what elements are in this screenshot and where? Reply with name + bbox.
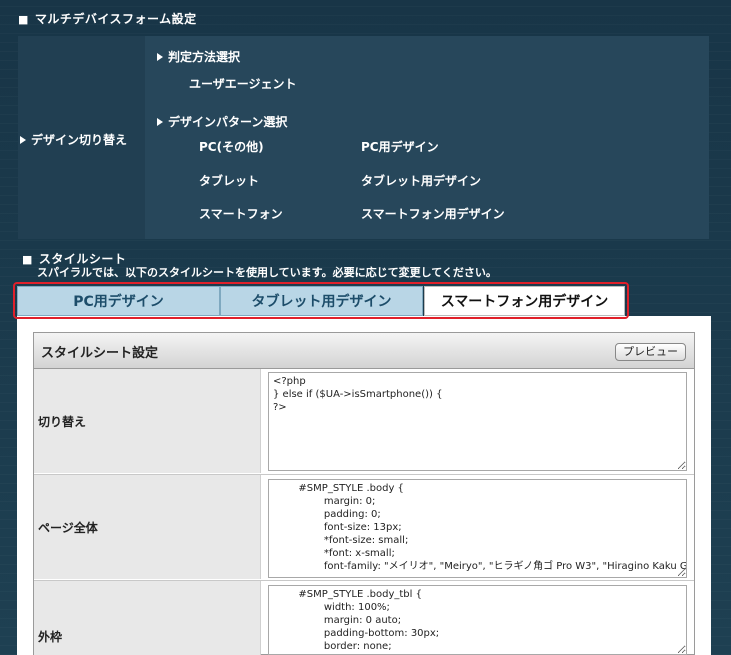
row-label-cell: 切り替え xyxy=(34,369,261,473)
row-label-outer-frame: 外枠 xyxy=(38,630,63,644)
triangle-right-icon xyxy=(20,136,26,144)
preview-button[interactable]: プレビュー xyxy=(615,343,686,361)
settings-title: スタイルシート設定 xyxy=(41,346,159,361)
row-label-page-body: ページ全体 xyxy=(38,521,98,535)
row-label-switch: 切り替え xyxy=(38,415,87,429)
stylesheet-description: スパイラルでは、以下のスタイルシートを使用しています。必要に応じて変更してくださ… xyxy=(37,266,497,279)
detection-method-heading: 判定方法選択 xyxy=(157,48,240,65)
pattern-design-tablet: タブレット用デザイン xyxy=(361,174,482,188)
code-textarea-switch[interactable]: <?php } else if ($UA->isSmartphone()) { … xyxy=(268,372,687,471)
triangle-right-icon xyxy=(157,53,163,61)
row-label-cell: ページ全体 xyxy=(34,475,261,579)
square-bullet-icon: ■ xyxy=(22,253,33,266)
design-switch-label: デザイン切り替え xyxy=(20,131,127,148)
tabs-highlight-outline xyxy=(13,282,629,319)
detection-method-value: ユーザエージェント xyxy=(189,77,297,91)
pattern-design-smartphone: スマートフォン用デザイン xyxy=(361,207,505,221)
square-bullet-icon: ■ xyxy=(18,13,29,26)
pattern-device-tablet: タブレット xyxy=(199,174,260,188)
pattern-device-smartphone: スマートフォン xyxy=(199,207,283,221)
design-pattern-heading: デザインパターン選択 xyxy=(157,113,287,130)
code-textarea-page-body[interactable]: #SMP_STYLE .body { margin: 0; padding: 0… xyxy=(268,479,687,578)
pattern-design-pc: PC用デザイン xyxy=(361,140,439,154)
pattern-device-pc: PC(その他) xyxy=(199,140,264,154)
code-textarea-outer-frame[interactable]: #SMP_STYLE .body_tbl { width: 100%; marg… xyxy=(268,585,687,655)
row-label-cell: 外枠 xyxy=(34,581,261,655)
triangle-right-icon xyxy=(157,118,163,126)
multidevice-section-title: ■ マルチデバイスフォーム設定 xyxy=(18,12,197,26)
